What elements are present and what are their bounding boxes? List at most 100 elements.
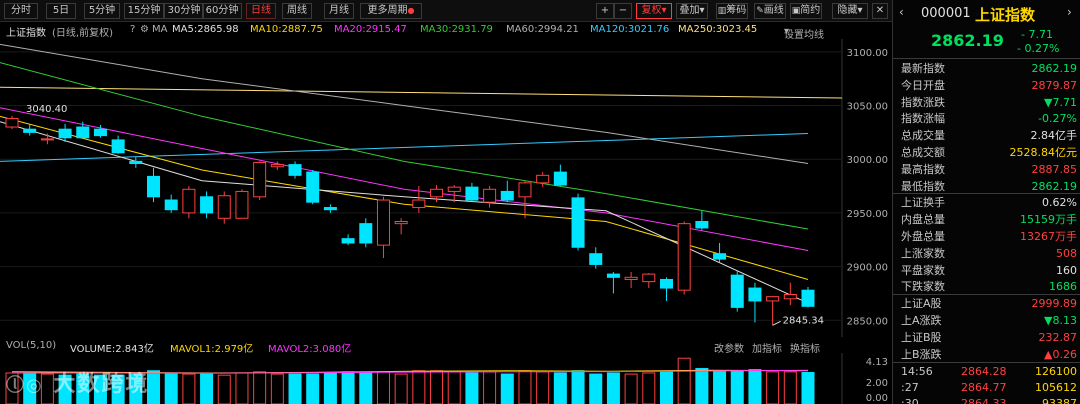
quote-row: 最高指数 2887.85 [901, 161, 1077, 178]
candle-body[interactable] [571, 197, 585, 248]
period-tab-5[interactable]: 30分钟 [164, 3, 204, 19]
period-tab-6[interactable]: 60分钟 [202, 3, 242, 19]
candle-body[interactable] [394, 221, 408, 225]
candle-body[interactable] [766, 296, 780, 302]
close-chart-button[interactable]: ✕ [872, 3, 888, 19]
tick-time: 14:56 [901, 365, 933, 378]
candle-body[interactable] [430, 188, 444, 198]
candle-body[interactable] [447, 186, 461, 192]
candle-body[interactable] [713, 253, 727, 260]
quote-row-label: 今日开盘 [901, 78, 945, 92]
candle-body[interactable] [5, 117, 19, 128]
quote-row-value: ▼8.13 [1044, 314, 1077, 327]
candle-body[interactable] [253, 161, 267, 198]
candle-body[interactable] [200, 196, 214, 214]
volume-bar [783, 371, 797, 404]
quote-row-label: 上涨家数 [901, 246, 945, 260]
period-tab-2[interactable]: 5日 [46, 3, 76, 19]
volume-bar [217, 374, 231, 404]
candle-body[interactable] [748, 287, 762, 302]
candle-body[interactable] [217, 195, 231, 219]
zoom-in-button[interactable]: + [596, 3, 614, 19]
candle-body[interactable] [40, 138, 54, 141]
tick-volume: 105612 [1035, 381, 1077, 394]
more-periods-dropdown[interactable]: 更多周期● [360, 3, 422, 19]
candle-body[interactable] [536, 174, 550, 184]
candle-body[interactable] [642, 273, 656, 283]
zoom-out-button[interactable]: − [614, 3, 632, 19]
candle-body[interactable] [606, 273, 620, 278]
candle-body[interactable] [235, 190, 249, 219]
hide-button[interactable]: 隐藏▾ [832, 3, 868, 19]
period-tab-monthly[interactable]: 月线 [324, 3, 354, 19]
draw-button[interactable]: ✎画线 [754, 3, 786, 19]
candle-body[interactable] [129, 160, 143, 165]
y-tick-label: 2900.00 [847, 263, 888, 274]
help-icon[interactable]: ? [130, 24, 135, 35]
candle-body[interactable] [164, 199, 178, 211]
candle-body[interactable] [147, 175, 161, 198]
chips-button[interactable]: ▥筹码 [716, 3, 748, 19]
candle-body[interactable] [659, 278, 673, 289]
candle-body[interactable] [483, 188, 497, 203]
period-tab-1[interactable]: 分时 [4, 3, 38, 19]
candle-body[interactable] [412, 199, 426, 209]
ma60-value: MA60:2994.21 [506, 24, 579, 35]
back-arrow-icon[interactable]: ‹ [899, 5, 904, 19]
index-price: 2862.19 [931, 31, 1004, 50]
kline-chart[interactable]: 3100.00 3050.00 3000.00 2950.00 2900.00 2850.… [0, 39, 892, 337]
candle-body[interactable] [323, 207, 337, 211]
candle-body[interactable] [182, 188, 196, 214]
candle-body[interactable] [23, 128, 37, 133]
period-tab-weekly[interactable]: 周线 [282, 3, 312, 19]
tick-row: 14:56 2864.28 126100 [901, 363, 1077, 380]
quote-row-label: 最高指数 [901, 162, 945, 176]
candle-body[interactable] [553, 171, 567, 186]
candle-body[interactable] [695, 221, 709, 229]
quote-row: 上证换手 0.62% [901, 194, 1077, 211]
candle-body[interactable] [76, 126, 90, 139]
candle-body[interactable] [783, 294, 797, 300]
candle-body[interactable] [111, 139, 125, 154]
volume-bar [430, 370, 444, 404]
chart-mode: (日线,前复权) [52, 28, 113, 39]
candle-body[interactable] [376, 199, 390, 246]
candle-body[interactable] [341, 238, 355, 244]
candle-body[interactable] [93, 128, 107, 137]
volume-bar [659, 371, 673, 404]
volume-bar [536, 371, 550, 404]
quote-row: 上证A股 2999.89 [901, 295, 1077, 312]
candle-body[interactable] [500, 190, 514, 201]
quote-row-label: 最新指数 [901, 62, 945, 75]
period-tab-4[interactable]: 15分钟 [124, 3, 164, 19]
simple-button[interactable]: ▣简约 [790, 3, 822, 19]
quote-row: 下跌家数 1686 [901, 278, 1077, 295]
candle-body[interactable] [677, 223, 691, 291]
gear-icon[interactable]: ⚙ [140, 24, 149, 35]
overlay-dropdown[interactable]: 叠加▾ [676, 3, 708, 19]
candle-body[interactable] [518, 182, 532, 198]
candle-body[interactable] [465, 186, 479, 201]
candle-body[interactable] [801, 289, 815, 307]
volume-bar [518, 370, 532, 404]
period-tab-3[interactable]: 5分钟 [84, 3, 120, 19]
adjust-dropdown[interactable]: 复权▾ [636, 3, 672, 19]
pencil-icon: ✎ [756, 6, 764, 16]
candle-body[interactable] [589, 253, 603, 265]
quote-row-label: 上B涨跌 [901, 347, 942, 361]
candle-body[interactable] [359, 223, 373, 244]
chevron-down-icon: ▾ [857, 5, 863, 16]
index-pct: - 0.27% [1017, 42, 1060, 55]
period-tab-daily[interactable]: 日线 [246, 3, 276, 19]
candle-body[interactable] [270, 164, 284, 168]
volume-bar [182, 373, 196, 404]
quote-row-label: 总成交量 [901, 129, 945, 143]
candle-body[interactable] [306, 171, 320, 203]
candle-body[interactable] [730, 274, 744, 308]
candle-body[interactable] [58, 128, 72, 139]
candle-body[interactable] [624, 276, 638, 280]
forward-arrow-icon[interactable]: › [1067, 5, 1072, 19]
candle-body[interactable] [288, 164, 302, 176]
tick-volume: 126100 [1035, 365, 1077, 378]
volume-bar [483, 371, 497, 404]
